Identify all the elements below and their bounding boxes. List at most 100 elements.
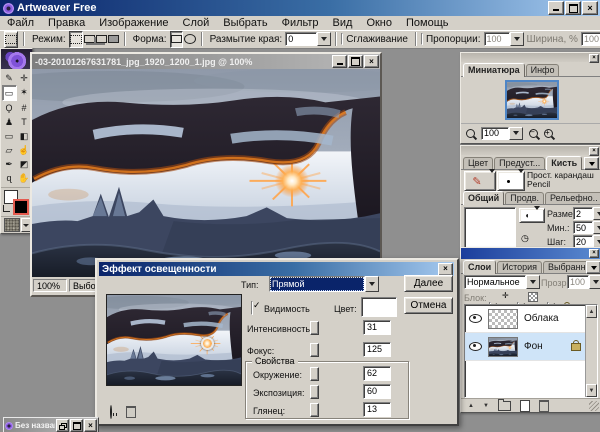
delete-light-icon[interactable] [126,406,136,418]
menu-item-1[interactable]: Файл [0,17,41,29]
close-icon[interactable]: × [589,249,599,258]
image-window-title-bar[interactable]: -03-20101267631781_jpg_1920_1200_1.jpg @… [32,54,380,69]
brush-tip-button[interactable] [497,171,525,191]
type-combo[interactable]: Прямой [269,276,379,292]
tab-инфо[interactable]: Инфо [526,64,560,76]
visibility-eye-icon[interactable] [469,342,482,351]
menu-item-5[interactable]: Выбрать [216,17,274,29]
mode-add-button[interactable] [84,32,95,47]
scroll-down-icon[interactable]: ▼ [586,384,597,397]
brush-panel-header[interactable]: × [461,146,600,155]
image-canvas[interactable] [32,69,380,277]
ambience-value[interactable]: 62 [363,366,391,381]
tab-рельефно-[interactable]: Рельефно.. [545,192,600,204]
restore-button[interactable] [56,419,69,432]
tab-продв-[interactable]: Продв. [505,192,544,204]
thumbnail-preview[interactable] [505,80,559,120]
shape-ellipse-button[interactable] [184,32,196,47]
chevron-down-icon[interactable] [534,210,544,221]
layers-panel-header[interactable]: × [461,248,600,259]
layer-scrollbar[interactable]: ▲ ▼ [585,305,597,397]
exposure-value[interactable]: 60 [363,384,391,399]
visibility-checkbox[interactable] [251,301,253,315]
zoom-out-icon[interactable] [529,129,538,138]
dialog-preview[interactable] [106,294,242,386]
visibility-eye-icon[interactable] [469,314,482,323]
move-layer-down-icon[interactable]: ▼ [483,403,489,409]
maximize-button[interactable] [70,419,83,432]
palette-flower-header[interactable] [1,49,32,69]
focus-value[interactable]: 125 [363,342,391,357]
menu-item-3[interactable]: Изображение [92,17,175,29]
brush-preset-button[interactable]: ✎ [464,171,496,191]
light-color-swatch[interactable] [361,297,397,317]
close-button[interactable]: × [582,1,598,15]
chevron-down-icon[interactable] [593,221,600,234]
tab-миниатюра[interactable]: Миниатюра [463,63,525,77]
opacity-combo[interactable]: 100 [567,275,600,289]
tab-кисть[interactable]: Кисть [546,156,582,170]
feather-combo[interactable]: 0 [285,32,331,46]
min-combo[interactable]: 50 [573,221,600,234]
dialog-title-bar[interactable]: Эффект освещенности × [99,262,454,276]
thumbnail-panel-header[interactable]: × [461,53,600,62]
menu-item-9[interactable]: Помощь [399,17,456,29]
pattern-swatch[interactable] [4,218,20,232]
eyedropper-tool-icon[interactable]: ✒ [2,157,17,171]
tab-слои[interactable]: Слои [463,260,496,274]
antialias-checkbox[interactable] [341,33,343,45]
new-layer-icon[interactable] [520,400,530,412]
tab-история[interactable]: История [497,261,542,273]
gloss-value[interactable]: 13 [363,402,391,417]
maximize-button[interactable] [565,1,581,15]
delete-layer-icon[interactable] [539,400,549,412]
chevron-down-icon[interactable] [518,173,524,189]
zoom-level[interactable]: 100% [33,279,67,292]
shape-tool-icon[interactable]: ▭ [2,129,17,143]
new-group-icon[interactable] [498,401,511,411]
close-button[interactable]: × [84,419,97,432]
add-light-icon[interactable] [110,405,112,419]
rect-select-tool-icon[interactable]: ▭ [2,85,17,101]
layer-row-облака[interactable]: Облака [465,305,597,333]
chevron-down-icon[interactable] [365,276,379,292]
next-button[interactable]: Далее [404,275,453,292]
menu-item-7[interactable]: Вид [326,17,360,29]
proportions-checkbox[interactable] [421,33,423,45]
menu-item-8[interactable]: Окно [359,17,399,29]
intensity-value[interactable]: 31 [363,320,391,335]
mode-intersect-button[interactable] [108,32,119,47]
chevron-down-icon[interactable] [317,32,331,46]
background-color-swatch[interactable] [13,199,29,215]
shape-rectangle-button[interactable] [170,31,183,48]
chevron-down-icon[interactable] [489,173,495,189]
tab-общий[interactable]: Общий [463,191,504,205]
tab-предуст-[interactable]: Предуст... [494,157,545,169]
light-position-handle[interactable] [201,337,214,350]
menu-item-4[interactable]: Слой [176,17,217,29]
menu-item-2[interactable]: Правка [41,17,92,29]
cancel-button[interactable]: Отмена [404,297,453,314]
minimized-document-window[interactable]: Без названи... × [3,417,99,432]
scroll-up-icon[interactable]: ▲ [586,305,597,318]
chevron-down-icon[interactable] [526,275,540,289]
menu-item-6[interactable]: Фильтр [275,17,326,29]
thumb-zoom-combo[interactable]: 100 [481,127,523,140]
panel-menu-icon[interactable] [584,157,599,170]
eraser-tool-icon[interactable]: ▱ [2,143,17,157]
chevron-down-icon[interactable] [589,275,600,289]
zoom-tool-icon[interactable]: ɋ [2,171,17,185]
clone-stamp-tool-icon[interactable]: ♟ [2,115,17,129]
panel-menu-icon[interactable] [586,261,600,274]
blend-mode-combo[interactable]: Нормальное [464,275,540,289]
mode-subtract-button[interactable] [96,32,107,47]
chevron-down-icon[interactable] [509,127,523,140]
height-combo[interactable]: 100 [581,32,600,46]
width-combo[interactable]: 100 [484,32,524,46]
tab-цвет[interactable]: Цвет [463,157,493,169]
zoom-in-icon[interactable] [544,129,553,138]
swap-colors-icon[interactable] [3,205,10,212]
chevron-down-icon[interactable] [510,32,524,46]
chevron-down-icon[interactable] [593,207,600,220]
image-close-button[interactable]: × [364,55,379,68]
